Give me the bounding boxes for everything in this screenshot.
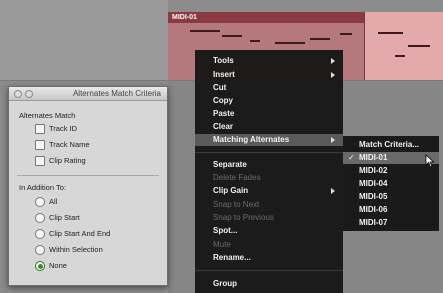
midi-note bbox=[250, 40, 260, 42]
menu-item-label: Cut bbox=[213, 83, 227, 92]
clip-context-menu: Tools Insert Cut Copy Paste Clear Matchi… bbox=[195, 50, 343, 293]
track-id-label: Track ID bbox=[49, 124, 78, 133]
submenu-arrow-icon bbox=[331, 137, 335, 143]
checkmark-icon: ✓ bbox=[348, 153, 355, 162]
menu-item-insert[interactable]: Insert bbox=[195, 69, 343, 81]
minimize-icon[interactable] bbox=[25, 90, 33, 98]
clip-rating-checkbox[interactable] bbox=[35, 156, 45, 166]
window-title: Alternates Match Criteria bbox=[72, 89, 161, 98]
menu-item-clip-gain[interactable]: Clip Gain bbox=[195, 185, 343, 197]
all-radio[interactable] bbox=[35, 197, 45, 207]
submenu-arrow-icon bbox=[331, 58, 335, 64]
submenu-item-match-criteria[interactable]: Match Criteria... bbox=[343, 139, 439, 151]
menu-item-label: Tools bbox=[213, 56, 234, 65]
menu-item-label: Snap to Next bbox=[213, 200, 260, 209]
clip-boundary bbox=[364, 12, 365, 80]
menu-item-label: Separate bbox=[213, 160, 247, 169]
matching-alternates-submenu: Match Criteria... ✓ MIDI-01 MIDI-02 MIDI… bbox=[343, 136, 439, 231]
section-divider bbox=[17, 175, 159, 176]
menu-item-label: Copy bbox=[213, 96, 233, 105]
midi-note bbox=[395, 55, 405, 57]
menu-item-cut[interactable]: Cut bbox=[195, 82, 343, 94]
menu-item-label: Matching Alternates bbox=[213, 135, 290, 144]
menu-item-rename[interactable]: Rename... bbox=[195, 252, 343, 264]
menu-item-tools[interactable]: Tools bbox=[195, 55, 343, 67]
menu-item-snap-to-next: Snap to Next bbox=[195, 199, 343, 211]
in-addition-label: In Addition To: bbox=[19, 183, 66, 192]
alternates-match-label: Alternates Match bbox=[19, 111, 76, 120]
clip-start-label: Clip Start bbox=[49, 213, 80, 222]
menu-item-label: Paste bbox=[213, 109, 235, 118]
clip-selection-area[interactable] bbox=[364, 12, 443, 80]
clip-name: MIDI-01 bbox=[172, 14, 197, 21]
submenu-item-label: MIDI-01 bbox=[359, 153, 388, 162]
alternates-match-criteria-window: Alternates Match Criteria Alternates Mat… bbox=[8, 86, 168, 286]
midi-note bbox=[190, 30, 220, 32]
midi-note bbox=[310, 38, 330, 40]
mouse-pointer-icon bbox=[425, 154, 435, 168]
submenu-item-midi-04[interactable]: MIDI-04 bbox=[343, 178, 439, 190]
window-titlebar[interactable]: Alternates Match Criteria bbox=[9, 87, 167, 101]
submenu-item-label: MIDI-07 bbox=[359, 218, 388, 227]
none-radio[interactable] bbox=[35, 261, 45, 271]
menu-item-paste[interactable]: Paste bbox=[195, 108, 343, 120]
menu-item-mute: Mute bbox=[195, 239, 343, 251]
submenu-item-label: MIDI-02 bbox=[359, 166, 388, 175]
menu-item-matching-alternates[interactable]: Matching Alternates bbox=[195, 134, 343, 146]
midi-note bbox=[378, 32, 403, 34]
submenu-arrow-icon bbox=[331, 72, 335, 78]
clip-title-bar[interactable]: MIDI-01 bbox=[168, 12, 364, 23]
submenu-item-label: Match Criteria... bbox=[359, 140, 420, 149]
clip-rating-label: Clip Rating bbox=[49, 156, 86, 165]
none-label: None bbox=[49, 261, 67, 270]
menu-item-separate[interactable]: Separate bbox=[195, 159, 343, 171]
menu-item-copy[interactable]: Copy bbox=[195, 95, 343, 107]
within-selection-label: Within Selection bbox=[49, 245, 103, 254]
track-id-checkbox[interactable] bbox=[35, 124, 45, 134]
menu-item-spot[interactable]: Spot... bbox=[195, 225, 343, 237]
menu-item-label: Clear bbox=[213, 122, 234, 131]
submenu-item-label: MIDI-05 bbox=[359, 192, 388, 201]
menu-separator bbox=[195, 152, 343, 153]
menu-item-label: Clip Gain bbox=[213, 186, 249, 195]
menu-item-group[interactable]: Group bbox=[195, 278, 343, 290]
menu-separator bbox=[195, 270, 343, 271]
menu-item-label: Mute bbox=[213, 240, 231, 249]
track-name-checkbox[interactable] bbox=[35, 140, 45, 150]
menu-item-label: Delete Fades bbox=[213, 173, 261, 182]
clip-start-and-end-label: Clip Start And End bbox=[49, 229, 111, 238]
submenu-item-midi-05[interactable]: MIDI-05 bbox=[343, 191, 439, 203]
track-name-label: Track Name bbox=[49, 140, 90, 149]
all-label: All bbox=[49, 197, 58, 206]
midi-note bbox=[275, 42, 305, 44]
midi-note bbox=[222, 35, 242, 37]
menu-item-label: Spot... bbox=[213, 226, 238, 235]
menu-item-label: Insert bbox=[213, 70, 235, 79]
left-lane bbox=[0, 0, 168, 80]
submenu-item-label: MIDI-06 bbox=[359, 205, 388, 214]
within-selection-radio[interactable] bbox=[35, 245, 45, 255]
submenu-arrow-icon bbox=[331, 188, 335, 194]
close-icon[interactable] bbox=[14, 90, 22, 98]
menu-item-clear[interactable]: Clear bbox=[195, 121, 343, 133]
midi-note bbox=[408, 45, 430, 47]
submenu-item-label: MIDI-04 bbox=[359, 179, 388, 188]
submenu-item-midi-07[interactable]: MIDI-07 bbox=[343, 217, 439, 229]
menu-item-label: Snap to Previous bbox=[213, 213, 274, 222]
menu-item-snap-to-previous: Snap to Previous bbox=[195, 212, 343, 224]
clip-start-and-end-radio[interactable] bbox=[35, 229, 45, 239]
menu-item-label: Rename... bbox=[213, 253, 251, 262]
menu-item-delete-fades: Delete Fades bbox=[195, 172, 343, 184]
clip-start-radio[interactable] bbox=[35, 213, 45, 223]
submenu-item-midi-06[interactable]: MIDI-06 bbox=[343, 204, 439, 216]
midi-note bbox=[340, 33, 352, 35]
menu-item-label: Group bbox=[213, 279, 237, 288]
